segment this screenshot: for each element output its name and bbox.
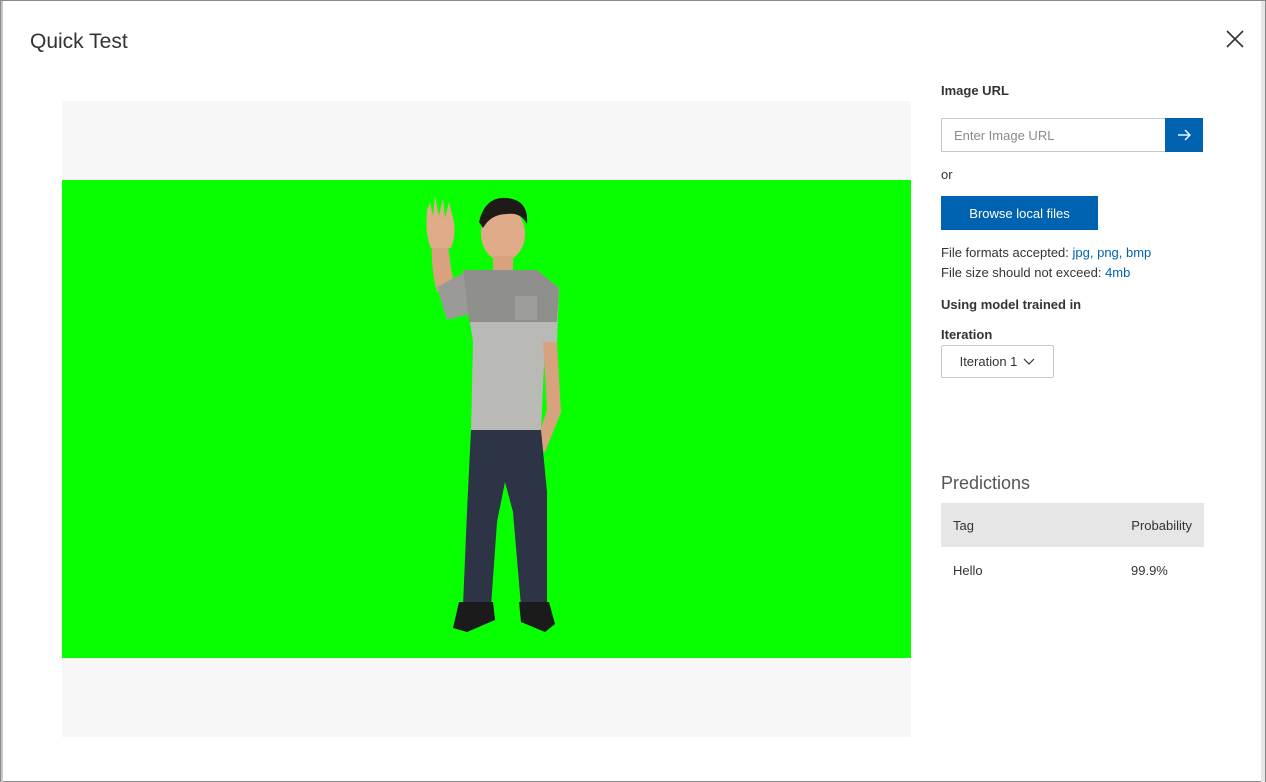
file-formats-label: File formats accepted: (941, 245, 1069, 260)
quick-test-dialog: Quick Test Image URL Enter Image URL or … (0, 0, 1266, 782)
file-size-value: 4mb (1105, 265, 1131, 280)
iteration-dropdown[interactable]: Iteration 1 (941, 345, 1054, 378)
file-size-label: File size should not exceed: (941, 265, 1102, 280)
test-image (62, 180, 911, 658)
iteration-selected-value: Iteration 1 (959, 354, 1018, 369)
predictions-heading: Predictions (941, 473, 1031, 493)
url-submit-button[interactable] (1165, 118, 1203, 152)
image-url-row (941, 118, 1203, 152)
image-url-input[interactable] (941, 118, 1165, 152)
arrow-right-icon (1178, 129, 1191, 141)
iteration-label: Iteration (941, 327, 993, 342)
table-row: Hello 99.9% (941, 547, 1204, 593)
close-button[interactable] (1223, 27, 1247, 51)
chevron-down-icon (1023, 358, 1035, 365)
predictions-header-row: Tag Probability (941, 503, 1204, 547)
column-header-probability: Probability (1131, 517, 1192, 533)
prediction-probability: 99.9% (1131, 562, 1168, 578)
column-header-tag: Tag (953, 517, 974, 533)
scrollbar[interactable] (1261, 1, 1265, 782)
or-separator: or (941, 167, 953, 182)
prediction-tag: Hello (953, 562, 983, 578)
image-url-label: Image URL (941, 83, 1009, 98)
browse-local-files-button[interactable]: Browse local files (941, 196, 1098, 230)
file-formats-line: File formats accepted: jpg, png, bmp (941, 245, 1151, 260)
predictions-table: Tag Probability Hello 99.9% (941, 503, 1204, 593)
file-size-line: File size should not exceed: 4mb (941, 265, 1130, 280)
window-edge (1, 1, 3, 782)
close-icon (1226, 30, 1244, 48)
file-formats-value: jpg, png, bmp (1072, 245, 1152, 260)
person-waving-figure (426, 196, 561, 632)
image-preview-area (62, 101, 911, 737)
dialog-title: Quick Test (30, 30, 128, 53)
model-trained-label: Using model trained in (941, 297, 1082, 312)
